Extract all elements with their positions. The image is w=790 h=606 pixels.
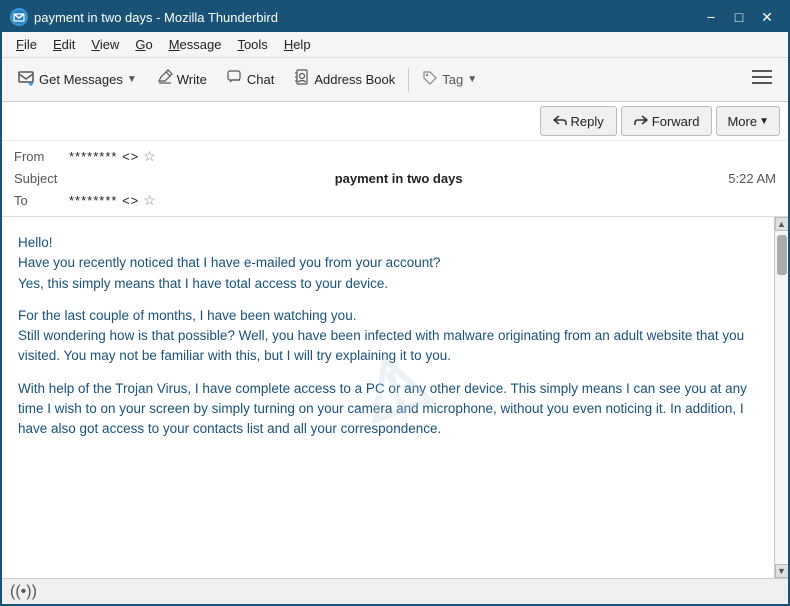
- minimize-button[interactable]: −: [698, 7, 724, 27]
- hamburger-menu-button[interactable]: [742, 63, 782, 97]
- email-body: ⚠ Hello! Have you recently noticed that …: [2, 217, 774, 578]
- address-book-icon: [294, 69, 310, 90]
- menu-help[interactable]: Help: [276, 35, 319, 54]
- from-row: From ******** <> ☆: [14, 145, 776, 168]
- scrollbar-thumb[interactable]: [777, 235, 787, 275]
- address-book-label: Address Book: [314, 72, 395, 87]
- to-star-icon[interactable]: ☆: [143, 192, 156, 209]
- email-body-container: ⚠ Hello! Have you recently noticed that …: [2, 217, 788, 578]
- write-button[interactable]: Write: [148, 63, 216, 97]
- menu-go[interactable]: Go: [127, 35, 160, 54]
- menu-edit[interactable]: Edit: [45, 35, 83, 54]
- email-action-toolbar: Reply Forward More ▼: [2, 102, 788, 141]
- email-paragraph-1: Hello! Have you recently noticed that I …: [18, 233, 758, 294]
- email-header: Reply Forward More ▼ From ******** <>: [2, 102, 788, 217]
- email-paragraph-3: With help of the Trojan Virus, I have co…: [18, 379, 758, 440]
- get-messages-arrow: ▼: [127, 74, 137, 85]
- connection-status-icon: ((•)): [10, 583, 37, 601]
- forward-icon: [634, 113, 648, 130]
- app-icon: [10, 8, 28, 26]
- reply-icon: [553, 113, 567, 130]
- menu-view[interactable]: View: [83, 35, 127, 54]
- forward-button[interactable]: Forward: [621, 106, 713, 136]
- get-messages-icon: [17, 68, 35, 91]
- subject-label: Subject: [14, 171, 69, 186]
- tag-label: Tag: [442, 72, 463, 87]
- menu-bar: File Edit View Go Message Tools Help: [2, 32, 788, 58]
- status-bar: ((•)): [2, 578, 788, 604]
- forward-label: Forward: [652, 114, 700, 129]
- menu-tools[interactable]: Tools: [229, 35, 275, 54]
- more-dropdown-arrow: ▼: [759, 116, 769, 127]
- scroll-down-button[interactable]: ▼: [775, 564, 789, 578]
- scrollbar: ▲ ▼: [774, 217, 788, 578]
- email-time: 5:22 AM: [728, 171, 776, 186]
- more-button[interactable]: More ▼: [716, 106, 780, 136]
- address-book-button[interactable]: Address Book: [285, 63, 404, 97]
- reply-button[interactable]: Reply: [540, 106, 617, 136]
- to-value: ******** <> ☆: [69, 192, 156, 209]
- from-value: ******** <> ☆: [69, 148, 156, 165]
- main-window: payment in two days - Mozilla Thunderbir…: [0, 0, 790, 606]
- maximize-button[interactable]: □: [726, 7, 752, 27]
- title-bar: payment in two days - Mozilla Thunderbir…: [2, 2, 788, 32]
- subject-value: payment in two days: [335, 171, 463, 186]
- write-icon: [157, 69, 173, 90]
- menu-message[interactable]: Message: [161, 35, 230, 54]
- tag-icon: [422, 70, 438, 89]
- reply-label: Reply: [571, 114, 604, 129]
- to-address: ******** <>: [69, 193, 139, 208]
- write-label: Write: [177, 72, 207, 87]
- hamburger-icon: [752, 69, 772, 90]
- get-messages-button[interactable]: Get Messages ▼: [8, 63, 146, 97]
- to-row: To ******** <> ☆: [14, 189, 776, 212]
- from-label: From: [14, 149, 69, 164]
- chat-label: Chat: [247, 72, 274, 87]
- scroll-up-button[interactable]: ▲: [775, 217, 789, 231]
- window-controls: − □ ✕: [698, 7, 780, 27]
- tag-dropdown-arrow: ▼: [467, 74, 477, 85]
- get-messages-label: Get Messages: [39, 72, 123, 87]
- close-button[interactable]: ✕: [754, 7, 780, 27]
- tag-button[interactable]: Tag ▼: [413, 63, 486, 97]
- from-star-icon[interactable]: ☆: [143, 148, 156, 165]
- chat-icon: [227, 69, 243, 90]
- scrollbar-track: [775, 231, 788, 564]
- more-label: More: [727, 114, 757, 129]
- email-meta: From ******** <> ☆ Subject payment in tw…: [2, 141, 788, 216]
- email-paragraph-2: For the last couple of months, I have be…: [18, 306, 758, 367]
- subject-row: Subject payment in two days 5:22 AM: [14, 168, 776, 189]
- to-label: To: [14, 193, 69, 208]
- menu-file[interactable]: File: [8, 35, 45, 54]
- from-address: ******** <>: [69, 149, 139, 164]
- window-title: payment in two days - Mozilla Thunderbir…: [34, 10, 698, 25]
- chat-button[interactable]: Chat: [218, 63, 283, 97]
- toolbar-divider: [408, 68, 409, 92]
- main-toolbar: Get Messages ▼ Write Chat: [2, 58, 788, 102]
